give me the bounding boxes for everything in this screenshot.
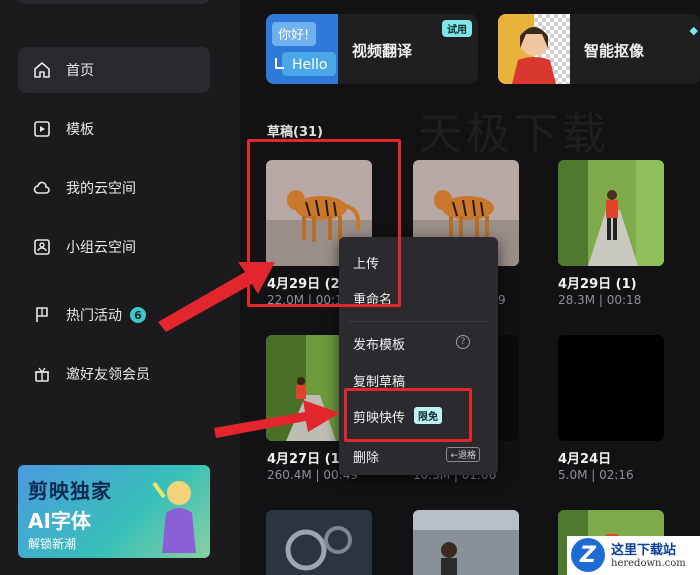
- site-logo-url: heredown.com: [611, 558, 686, 569]
- site-logo-mark: Z: [571, 538, 605, 572]
- site-logo-title: 这里下载站: [611, 543, 677, 558]
- arrow-to-quick-upload: [214, 400, 340, 438]
- arrow-to-draft: [158, 262, 275, 332]
- annotation-arrows: [158, 262, 340, 438]
- site-logo: Z 这里下载站 heredown.com: [567, 536, 700, 575]
